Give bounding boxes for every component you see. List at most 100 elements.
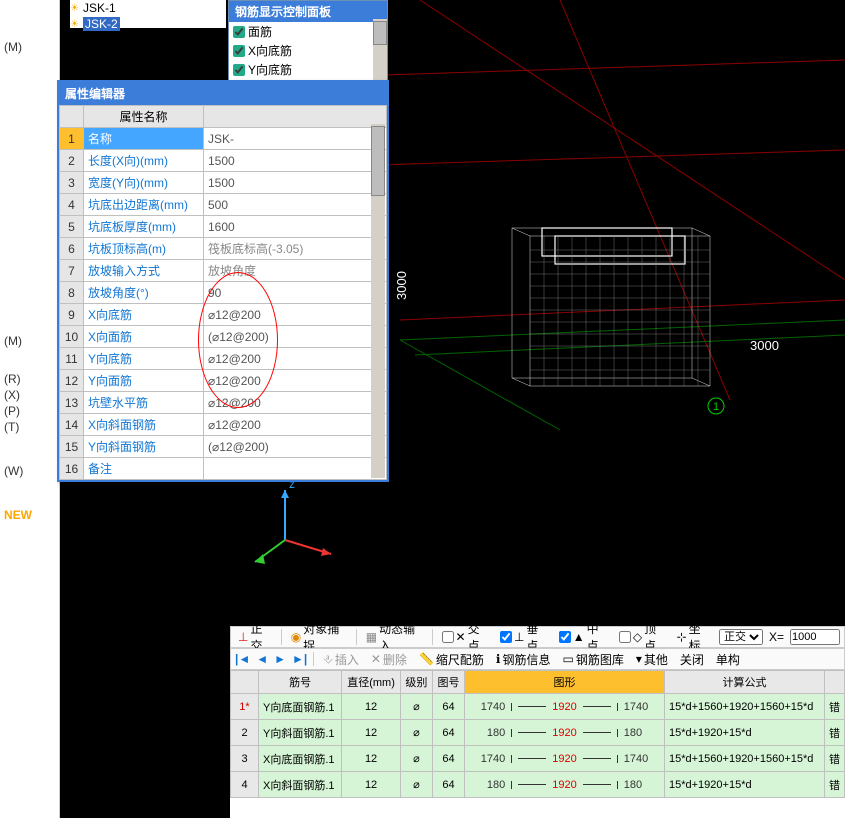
last-button[interactable]: ►| <box>292 652 307 666</box>
bar-graphic: 174019201740 <box>465 694 665 720</box>
scale-button[interactable]: 📏缩尺配筋 <box>416 650 487 669</box>
scroll-thumb[interactable] <box>371 126 385 196</box>
rebar-row[interactable]: 1*Y向底面钢筋.112⌀6417401920174015*d+1560+192… <box>231 694 845 720</box>
prop-scrollbar[interactable] <box>371 124 385 478</box>
col-formula: 计算公式 <box>665 671 825 694</box>
bar-fig[interactable]: 64 <box>432 720 464 746</box>
chk-x-bottom[interactable]: X向底筋 <box>229 41 387 60</box>
scroll-thumb[interactable] <box>373 21 387 45</box>
bar-fig[interactable]: 64 <box>432 746 464 772</box>
other-button[interactable]: ▾其他 <box>633 650 671 669</box>
bar-formula[interactable]: 15*d+1920+15*d <box>665 772 825 798</box>
prop-row[interactable]: 3宽度(Y向)(mm)1500 <box>60 172 387 194</box>
tree-item-jsk1[interactable]: ☀ JSK-1 <box>70 0 226 16</box>
row-number: 9 <box>60 304 84 326</box>
prop-value[interactable]: ⌀12@200 <box>204 304 387 326</box>
chk-face-bar[interactable]: 面筋 <box>229 22 387 41</box>
prop-value[interactable]: ⌀12@200 <box>204 348 387 370</box>
prop-value[interactable] <box>204 458 387 480</box>
prop-row[interactable]: 7放坡输入方式放坡角度 <box>60 260 387 282</box>
ortho-select[interactable]: 正交 <box>719 629 763 645</box>
prop-value[interactable]: 1600 <box>204 216 387 238</box>
bar-graphic: 1801920180 <box>465 772 665 798</box>
rebar-row[interactable]: 4X向斜面钢筋.112⌀64180192018015*d+1920+15*d错 <box>231 772 845 798</box>
x-input[interactable] <box>790 629 840 645</box>
row-number: 16 <box>60 458 84 480</box>
prop-row[interactable]: 13坑壁水平筋⌀12@200 <box>60 392 387 414</box>
prop-value[interactable]: 筏板底标高(-3.05) <box>204 238 387 260</box>
prop-row[interactable]: 4坑底出边距离(mm)500 <box>60 194 387 216</box>
prop-value[interactable]: 500 <box>204 194 387 216</box>
chk-y-bottom[interactable]: Y向底筋 <box>229 60 387 79</box>
prop-value[interactable]: 1500 <box>204 172 387 194</box>
bar-level[interactable]: ⌀ <box>400 694 432 720</box>
prop-row[interactable]: 16备注 <box>60 458 387 480</box>
prop-value[interactable]: 1500 <box>204 150 387 172</box>
bar-extra: 错 <box>825 772 845 798</box>
row-number: 2 <box>231 720 259 746</box>
prop-value[interactable]: 放坡角度 <box>204 260 387 282</box>
prop-value[interactable]: 90 <box>204 282 387 304</box>
checkbox[interactable] <box>233 64 245 76</box>
info-button[interactable]: ℹ钢筋信息 <box>493 650 554 669</box>
prop-row[interactable]: 14X向斜面钢筋⌀12@200 <box>60 414 387 436</box>
col-lvl: 级别 <box>400 671 432 694</box>
col-dia: 直径(mm) <box>342 671 401 694</box>
checkbox[interactable] <box>233 26 245 38</box>
bar-formula[interactable]: 15*d+1920+15*d <box>665 720 825 746</box>
prop-value[interactable]: (⌀12@200) <box>204 436 387 458</box>
bar-fig[interactable]: 64 <box>432 694 464 720</box>
nav-toolbar: |◄ ◄ ► ►| ⎀插入 ✕删除 📏缩尺配筋 ℹ钢筋信息 ▭钢筋图库 ▾其他 … <box>230 648 845 670</box>
prop-header: 属性名称 <box>84 106 204 128</box>
next-button[interactable]: ► <box>274 652 286 666</box>
bar-dia[interactable]: 12 <box>342 772 401 798</box>
prop-row[interactable]: 1名称JSK- <box>60 128 387 150</box>
prop-value[interactable]: ⌀12@200 <box>204 392 387 414</box>
bar-fig[interactable]: 64 <box>432 772 464 798</box>
rebar-row[interactable]: 2Y向斜面钢筋.112⌀64180192018015*d+1920+15*d错 <box>231 720 845 746</box>
panel-title: 钢筋显示控制面板 <box>229 1 387 22</box>
prop-name: 放坡角度(°) <box>84 282 204 304</box>
prop-row[interactable]: 2长度(X向)(mm)1500 <box>60 150 387 172</box>
row-number: 2 <box>60 150 84 172</box>
dim-label-1: 3000 <box>394 271 409 300</box>
prop-value[interactable]: ⌀12@200 <box>204 370 387 392</box>
prop-value[interactable]: (⌀12@200) <box>204 326 387 348</box>
sun-icon: ☀ <box>70 3 79 14</box>
close-button[interactable]: 关闭 <box>677 650 707 669</box>
row-number: 1 <box>60 128 84 150</box>
label-new: NEW <box>4 508 55 522</box>
prop-row[interactable]: 10X向面筋(⌀12@200) <box>60 326 387 348</box>
checkbox[interactable] <box>233 45 245 57</box>
prop-row[interactable]: 11Y向底筋⌀12@200 <box>60 348 387 370</box>
prop-row[interactable]: 8放坡角度(°)90 <box>60 282 387 304</box>
bar-dia[interactable]: 12 <box>342 720 401 746</box>
first-button[interactable]: |◄ <box>235 652 250 666</box>
prop-row[interactable]: 6坑板顶标高(m)筏板底标高(-3.05) <box>60 238 387 260</box>
prop-name: 名称 <box>84 128 204 150</box>
prop-row[interactable]: 15Y向斜面钢筋(⌀12@200) <box>60 436 387 458</box>
single-button[interactable]: 单构 <box>713 650 743 669</box>
delete-button[interactable]: ✕删除 <box>368 650 410 669</box>
row-number: 5 <box>60 216 84 238</box>
label-m: (M) <box>4 40 55 54</box>
bar-dia[interactable]: 12 <box>342 746 401 772</box>
insert-button[interactable]: ⎀插入 <box>320 650 362 669</box>
bar-formula[interactable]: 15*d+1560+1920+1560+15*d <box>665 694 825 720</box>
prev-button[interactable]: ◄ <box>256 652 268 666</box>
prop-title: 属性编辑器 <box>59 82 387 105</box>
tree-item-jsk2[interactable]: ☀ JSK-2 <box>70 16 226 32</box>
bar-graphic: 174019201740 <box>465 746 665 772</box>
rebar-row[interactable]: 3X向底面钢筋.112⌀6417401920174015*d+1560+1920… <box>231 746 845 772</box>
prop-value[interactable]: ⌀12@200 <box>204 414 387 436</box>
bar-level[interactable]: ⌀ <box>400 746 432 772</box>
lib-button[interactable]: ▭钢筋图库 <box>560 650 627 669</box>
bar-formula[interactable]: 15*d+1560+1920+1560+15*d <box>665 746 825 772</box>
prop-row[interactable]: 5坑底板厚度(mm)1600 <box>60 216 387 238</box>
bar-level[interactable]: ⌀ <box>400 772 432 798</box>
bar-dia[interactable]: 12 <box>342 694 401 720</box>
prop-row[interactable]: 9X向底筋⌀12@200 <box>60 304 387 326</box>
bar-level[interactable]: ⌀ <box>400 720 432 746</box>
prop-value[interactable]: JSK- <box>204 128 387 150</box>
prop-row[interactable]: 12Y向面筋⌀12@200 <box>60 370 387 392</box>
